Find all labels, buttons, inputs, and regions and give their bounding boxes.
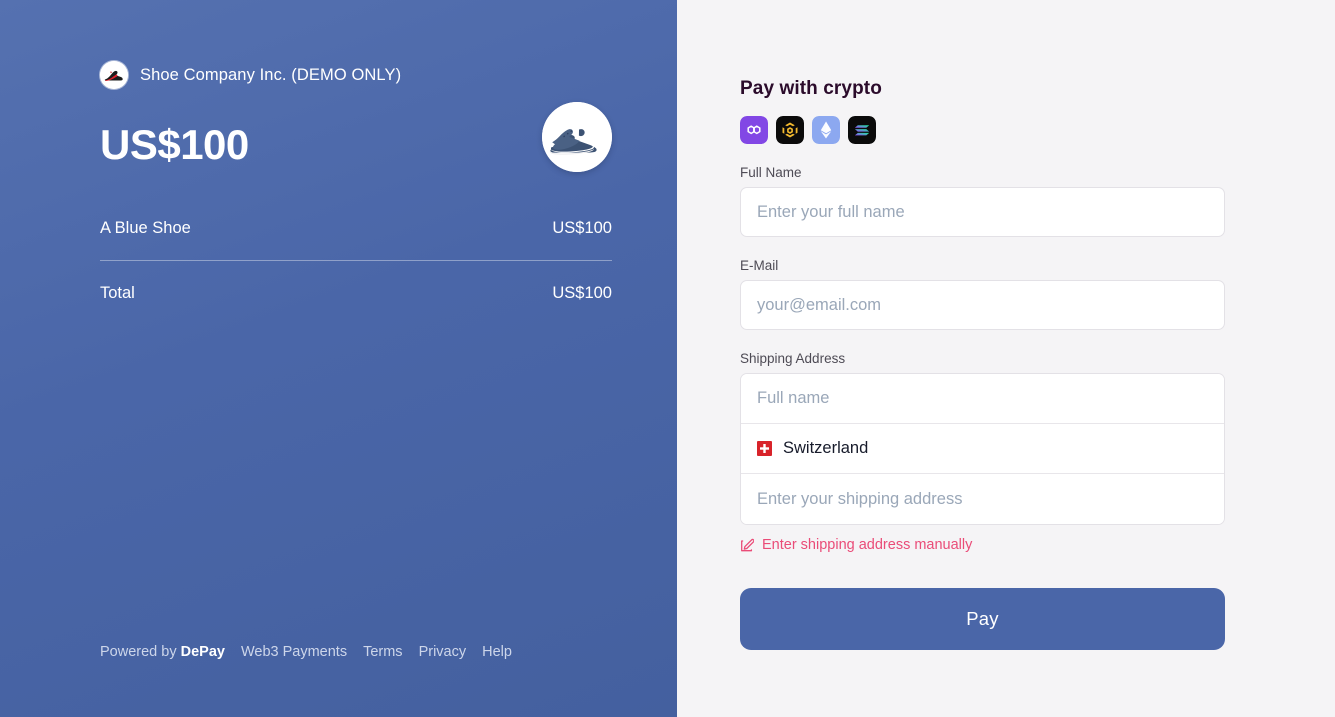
order-total-row: Total US$100: [100, 279, 612, 307]
full-name-input[interactable]: [740, 187, 1225, 237]
order-lines: A Blue Shoe US$100 Total US$100: [100, 214, 612, 307]
blue-shoe-product-image: [542, 102, 612, 172]
footer-link-terms[interactable]: Terms: [363, 644, 402, 660]
order-amount: US$100: [100, 121, 249, 168]
shoe-logo-icon: [100, 61, 128, 89]
footer-link-help[interactable]: Help: [482, 644, 512, 660]
full-name-label: Full Name: [740, 165, 802, 180]
page-title: Pay with crypto: [740, 78, 882, 99]
email-label: E-Mail: [740, 258, 779, 273]
footer-link-privacy[interactable]: Privacy: [419, 644, 467, 660]
ethereum-icon[interactable]: [812, 116, 840, 144]
payment-form-panel: Pay with crypto Full Name Enter your ful…: [677, 0, 1335, 717]
shipping-name-input[interactable]: [757, 374, 1208, 423]
pay-button[interactable]: Pay: [740, 588, 1225, 650]
shipping-name-row[interactable]: [741, 374, 1224, 424]
depay-brand: DePay: [180, 644, 225, 660]
shipping-address-row[interactable]: [741, 474, 1224, 524]
order-line-value: US$100: [552, 218, 612, 237]
edit-pencil-icon: [740, 538, 754, 552]
order-total-label: Total: [100, 283, 135, 302]
merchant-row: Shoe Company Inc. (DEMO ONLY): [100, 60, 612, 90]
powered-by-prefix: Powered by: [100, 644, 181, 660]
order-divider: [100, 260, 612, 261]
email-group: E-Mail: [740, 258, 1225, 330]
supported-chains: [740, 116, 1225, 144]
shipping-address-input[interactable]: [757, 474, 1208, 524]
shipping-country-row[interactable]: Switzerland: [741, 424, 1224, 474]
checkout-screen: Shoe Company Inc. (DEMO ONLY) US$100 A B…: [0, 0, 1335, 717]
order-line-item: A Blue Shoe US$100: [100, 214, 612, 242]
shipping-country-value: Switzerland: [783, 439, 869, 457]
solana-icon[interactable]: [848, 116, 876, 144]
enter-address-manually-link[interactable]: Enter shipping address manually: [740, 537, 1225, 553]
email-field[interactable]: [740, 280, 1225, 330]
order-summary-content: Shoe Company Inc. (DEMO ONLY) US$100 A B…: [100, 60, 612, 307]
polygon-icon[interactable]: [740, 116, 768, 144]
order-summary-panel: Shoe Company Inc. (DEMO ONLY) US$100 A B…: [0, 0, 677, 717]
powered-by: Powered by DePay: [100, 644, 225, 660]
shipping-address-stack: Switzerland: [740, 373, 1225, 525]
merchant-name: Shoe Company Inc. (DEMO ONLY): [140, 65, 402, 84]
shipping-address-group: Shipping Address Switzerla: [740, 351, 1225, 553]
footer: Powered by DePay Web3 Payments Terms Pri…: [100, 644, 512, 660]
bnb-icon[interactable]: [776, 116, 804, 144]
full-name-group: Full Name: [740, 165, 1225, 237]
shipping-address-label: Shipping Address: [740, 351, 846, 366]
footer-link-web3-payments[interactable]: Web3 Payments: [241, 644, 347, 660]
order-line-label: A Blue Shoe: [100, 218, 191, 237]
order-total-value: US$100: [552, 283, 612, 302]
payment-form: Pay with crypto Full Name Enter your ful…: [740, 78, 1225, 650]
enter-address-manually-label: Enter shipping address manually: [762, 537, 973, 553]
flag-switzerland-icon: [757, 441, 772, 456]
